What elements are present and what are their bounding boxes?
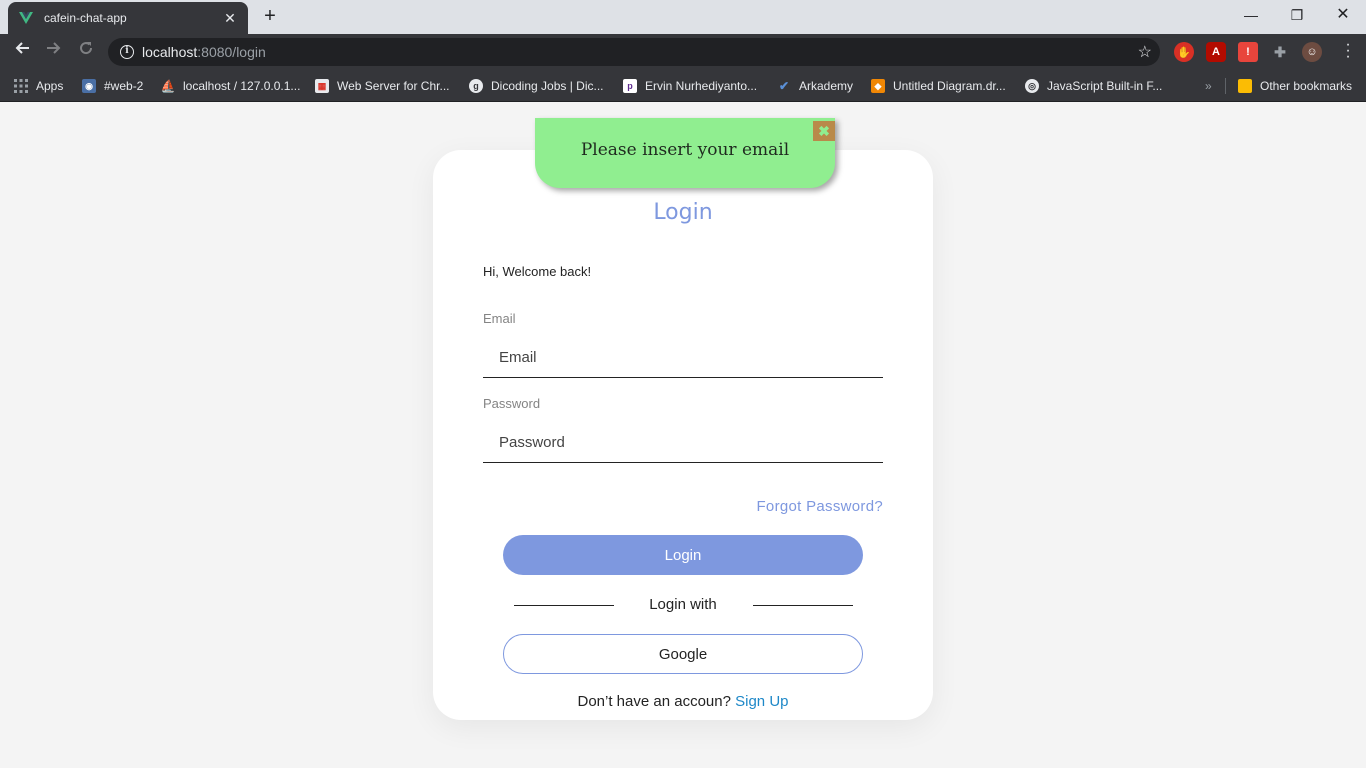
url-host: localhost [142, 44, 198, 60]
bookmark-label: #web-2 [104, 79, 144, 93]
tab-title: cafein-chat-app [44, 11, 127, 25]
back-arrow-icon[interactable] [10, 40, 34, 64]
bookmark-arkademy[interactable]: ✔ Arkademy [777, 76, 853, 96]
tab-close-icon[interactable]: ✕ [222, 10, 238, 27]
notification-extension-icon[interactable]: ! [1238, 42, 1258, 62]
bookmark-star-icon[interactable]: ☆ [1138, 42, 1152, 62]
close-window-icon[interactable]: ✕ [1320, 0, 1366, 30]
dicoding-icon: g [469, 79, 483, 93]
bookmark-label: Web Server for Chr... [337, 79, 450, 93]
pinterest-icon: p [623, 79, 637, 93]
bookmark-ervin[interactable]: p Ervin Nurhediyanto... [623, 76, 757, 96]
menu-kebab-icon[interactable]: · · · [1344, 37, 1352, 65]
login-card: Login Hi, Welcome back! Email Password F… [433, 150, 933, 720]
folder-icon [1238, 79, 1252, 93]
browser-toolbar: i localhost:8080/login ☆ ✋ A ! ✚ ☺ · · · [0, 34, 1366, 70]
restore-icon[interactable]: ❐ [1274, 0, 1320, 30]
page-title: Login [653, 200, 713, 225]
signup-row: Don’t have an accoun? Sign Up [433, 693, 933, 710]
other-bookmarks[interactable]: Other bookmarks [1238, 76, 1352, 96]
reload-icon[interactable] [74, 40, 98, 64]
globe-icon: ◎ [1025, 79, 1039, 93]
forgot-password-link[interactable]: Forgot Password? [756, 498, 883, 515]
welcome-text: Hi, Welcome back! [483, 264, 592, 279]
drawio-icon: ◆ [871, 79, 885, 93]
url-path: :8080/login [197, 44, 266, 60]
toast-message: Please insert your email [580, 140, 790, 160]
bookmark-label: JavaScript Built-in F... [1047, 79, 1163, 93]
bookmarks-bar: Apps ◉ #web-2 ⛵ localhost / 127.0.0.1...… [0, 70, 1366, 102]
minimize-icon[interactable]: — [1228, 0, 1274, 30]
bookmarks-divider [1225, 78, 1226, 94]
signup-prompt: Don’t have an accoun? [577, 693, 731, 710]
pdf-extension-icon[interactable]: A [1206, 42, 1226, 62]
divider-right [753, 605, 853, 606]
site-info-icon[interactable]: i [120, 45, 134, 59]
bookmarks-overflow-chevron-icon[interactable]: » [1205, 76, 1212, 96]
browser-tab[interactable]: cafein-chat-app ✕ [8, 2, 248, 34]
email-field[interactable] [483, 338, 883, 378]
other-bookmarks-label: Other bookmarks [1260, 79, 1353, 93]
bookmark-web-2[interactable]: ◉ #web-2 [82, 76, 143, 96]
signup-link[interactable]: Sign Up [735, 693, 788, 710]
bookmark-label: Arkademy [799, 79, 854, 93]
phpmyadmin-icon: ⛵ [160, 79, 176, 93]
bookmark-label: Dicoding Jobs | Dic... [491, 79, 604, 93]
login-with-text: Login with [649, 596, 717, 613]
apps-grid-icon [14, 79, 28, 93]
bookmark-dicoding[interactable]: g Dicoding Jobs | Dic... [469, 76, 604, 96]
bookmark-javascript[interactable]: ◎ JavaScript Built-in F... [1025, 76, 1162, 96]
password-field[interactable] [483, 423, 883, 463]
chrome-app-icon: ▦ [315, 79, 329, 93]
url-text: localhost:8080/login [142, 44, 266, 60]
email-label: Email [483, 311, 516, 326]
profile-avatar[interactable]: ☺ [1302, 42, 1322, 62]
bookmark-apps[interactable]: Apps [14, 76, 63, 96]
bookmark-diagram[interactable]: ◆ Untitled Diagram.dr... [871, 76, 1006, 96]
address-bar[interactable]: i localhost:8080/login ☆ [108, 38, 1160, 66]
bookmark-label: localhost / 127.0.0.1... [183, 79, 301, 93]
new-tab-button[interactable]: + [256, 5, 284, 29]
web-icon: ◉ [82, 79, 96, 93]
forward-arrow-icon[interactable] [42, 40, 66, 64]
adblock-extension-icon[interactable]: ✋ [1174, 42, 1194, 62]
bookmark-web-server[interactable]: ▦ Web Server for Chr... [315, 76, 449, 96]
password-label: Password [483, 396, 541, 411]
arkademy-icon: ✔ [778, 79, 790, 93]
google-login-button[interactable]: Google [503, 634, 863, 674]
bookmark-label: Ervin Nurhediyanto... [645, 79, 758, 93]
vue-logo-icon [18, 10, 34, 26]
bookmark-localhost[interactable]: ⛵ localhost / 127.0.0.1... [160, 76, 301, 96]
browser-tabbar: cafein-chat-app ✕ + — ❐ ✕ [0, 0, 1366, 34]
extensions-puzzle-icon[interactable]: ✚ [1270, 42, 1290, 62]
bookmark-label: Untitled Diagram.dr... [893, 79, 1006, 93]
toast-close-icon[interactable]: ✖ [813, 121, 835, 141]
toast-notification: Please insert your email ✖ [535, 118, 835, 188]
login-button[interactable]: Login [503, 535, 863, 575]
bookmark-label: Apps [36, 79, 64, 93]
